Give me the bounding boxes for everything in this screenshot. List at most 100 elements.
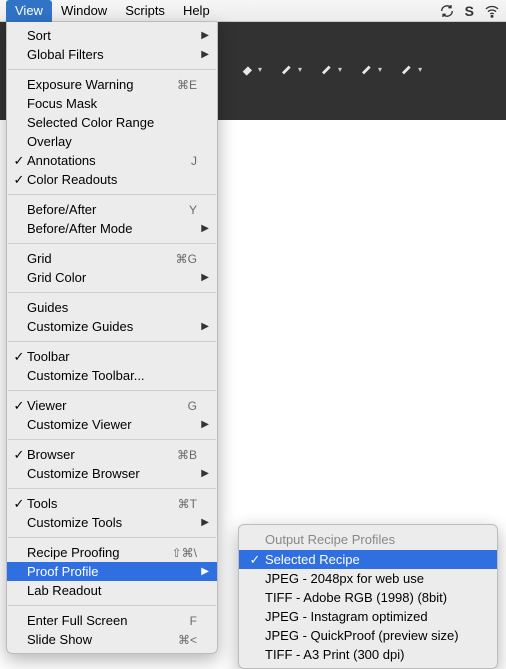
menu-separator bbox=[8, 605, 216, 606]
submenu-item-label: TIFF - A3 Print (300 dpi) bbox=[265, 647, 477, 662]
check-icon: ✓ bbox=[13, 349, 25, 365]
eraser-icon[interactable]: ▾ bbox=[240, 62, 262, 76]
proof-profile-submenu: Output Recipe Profiles ✓ Selected Recipe JP… bbox=[238, 524, 498, 669]
menu-item-annotations[interactable]: ✓AnnotationsJ bbox=[7, 151, 217, 170]
menu-item-label: Customize Toolbar... bbox=[27, 368, 197, 383]
menu-item-grid-color[interactable]: Grid Color▶ bbox=[7, 268, 217, 287]
wifi-icon[interactable] bbox=[484, 3, 500, 19]
submenu-arrow-icon: ▶ bbox=[201, 272, 209, 283]
menu-item-tools[interactable]: ✓Tools⌘T bbox=[7, 494, 217, 513]
clone-icon[interactable]: ▾ bbox=[400, 62, 422, 76]
menu-item-label: Guides bbox=[27, 300, 197, 315]
check-icon: ✓ bbox=[13, 172, 25, 188]
menu-item-before-after[interactable]: Before/AfterY bbox=[7, 200, 217, 219]
menu-item-label: Focus Mask bbox=[27, 96, 197, 111]
menu-item-global-filters[interactable]: Global Filters ▶ bbox=[7, 45, 217, 64]
menu-separator bbox=[8, 488, 216, 489]
menu-item-recipe-proofing[interactable]: Recipe Proofing⇧⌘\ bbox=[7, 543, 217, 562]
submenu-header: Output Recipe Profiles bbox=[239, 529, 497, 550]
menubar-scripts[interactable]: Scripts bbox=[116, 0, 174, 22]
menu-item-viewer[interactable]: ✓ViewerG bbox=[7, 396, 217, 415]
check-icon: ✓ bbox=[13, 447, 25, 463]
menu-item-slide-show[interactable]: Slide Show⌘< bbox=[7, 630, 217, 649]
menu-item-guides[interactable]: Guides bbox=[7, 298, 217, 317]
menu-item-customize-viewer[interactable]: Customize Viewer▶ bbox=[7, 415, 217, 434]
submenu-item-label: JPEG - 2048px for web use bbox=[265, 571, 477, 586]
menu-item-label: Slide Show bbox=[27, 632, 168, 647]
menu-item-label: Customize Guides bbox=[27, 319, 197, 334]
gradient-icon[interactable]: ▾ bbox=[320, 62, 342, 76]
menu-separator bbox=[8, 69, 216, 70]
menu-item-label: Exposure Warning bbox=[27, 77, 167, 92]
menu-item-label: Before/After Mode bbox=[27, 221, 197, 236]
menubar: View Window Scripts Help S bbox=[0, 0, 506, 22]
submenu-item-jpeg-2048px-for-web-use[interactable]: JPEG - 2048px for web use bbox=[239, 569, 497, 588]
menu-item-label: Selected Color Range bbox=[27, 115, 197, 130]
menu-item-label: Lab Readout bbox=[27, 583, 197, 598]
menu-separator bbox=[8, 292, 216, 293]
submenu-item-tiff-adobe-rgb-1998-8bit[interactable]: TIFF - Adobe RGB (1998) (8bit) bbox=[239, 588, 497, 607]
check-icon: ✓ bbox=[13, 153, 25, 169]
menu-item-label: Grid bbox=[27, 251, 166, 266]
submenu-arrow-icon: ▶ bbox=[201, 223, 209, 234]
menu-shortcut: ⇧⌘\ bbox=[162, 546, 197, 560]
menu-separator bbox=[8, 341, 216, 342]
menu-shortcut: J bbox=[181, 154, 197, 168]
menu-item-label: Tools bbox=[27, 496, 168, 511]
check-icon: ✓ bbox=[13, 496, 25, 512]
s-status-icon[interactable]: S bbox=[465, 3, 474, 19]
menu-item-customize-toolbar[interactable]: Customize Toolbar... bbox=[7, 366, 217, 385]
menu-separator bbox=[8, 390, 216, 391]
menu-item-label: Color Readouts bbox=[27, 172, 197, 187]
submenu-item-jpeg-instagram-optimized[interactable]: JPEG - Instagram optimized bbox=[239, 607, 497, 626]
menu-item-label: Toolbar bbox=[27, 349, 197, 364]
menu-item-grid[interactable]: Grid⌘G bbox=[7, 249, 217, 268]
menu-separator bbox=[8, 537, 216, 538]
menu-item-customize-browser[interactable]: Customize Browser▶ bbox=[7, 464, 217, 483]
menu-item-label: Customize Tools bbox=[27, 515, 197, 530]
check-icon: ✓ bbox=[13, 398, 25, 414]
menu-item-before-after-mode[interactable]: Before/After Mode ▶ bbox=[7, 219, 217, 238]
menu-item-label: Global Filters bbox=[27, 47, 197, 62]
submenu-arrow-icon: ▶ bbox=[201, 30, 209, 41]
menu-item-customize-tools[interactable]: Customize Tools▶ bbox=[7, 513, 217, 532]
menu-item-focus-mask[interactable]: Focus Mask bbox=[7, 94, 217, 113]
submenu-item-jpeg-quickproof-preview-size[interactable]: JPEG - QuickProof (preview size) bbox=[239, 626, 497, 645]
menu-item-enter-full-screen[interactable]: Enter Full ScreenF bbox=[7, 611, 217, 630]
menu-item-label: Enter Full Screen bbox=[27, 613, 180, 628]
menubar-window[interactable]: Window bbox=[52, 0, 116, 22]
menu-item-label: Recipe Proofing bbox=[27, 545, 162, 560]
menubar-view[interactable]: View bbox=[6, 0, 52, 22]
submenu-item-label: JPEG - Instagram optimized bbox=[265, 609, 477, 624]
menu-item-label: Viewer bbox=[27, 398, 178, 413]
menu-item-selected-color-range[interactable]: Selected Color Range bbox=[7, 113, 217, 132]
menu-item-exposure-warning[interactable]: Exposure Warning⌘E bbox=[7, 75, 217, 94]
menu-item-lab-readout[interactable]: Lab Readout bbox=[7, 581, 217, 600]
submenu-arrow-icon: ▶ bbox=[201, 419, 209, 430]
check-icon: ✓ bbox=[249, 552, 261, 568]
view-menu: Sort▶ Global Filters ▶ Exposure Warning⌘E Fo… bbox=[6, 22, 218, 654]
menu-shortcut: ⌘T bbox=[168, 497, 197, 511]
menu-item-browser[interactable]: ✓Browser⌘B bbox=[7, 445, 217, 464]
menu-separator bbox=[8, 194, 216, 195]
sync-icon[interactable] bbox=[439, 3, 455, 19]
brush-icon[interactable]: ▾ bbox=[280, 62, 302, 76]
menubar-help[interactable]: Help bbox=[174, 0, 219, 22]
menu-item-toolbar[interactable]: ✓Toolbar bbox=[7, 347, 217, 366]
menu-item-overlay[interactable]: Overlay bbox=[7, 132, 217, 151]
healing-icon[interactable]: ▾ bbox=[360, 62, 382, 76]
menu-separator bbox=[8, 439, 216, 440]
menu-item-customize-guides[interactable]: Customize Guides▶ bbox=[7, 317, 217, 336]
menu-item-proof-profile[interactable]: Proof Profile▶ bbox=[7, 562, 217, 581]
menu-shortcut: ⌘E bbox=[167, 78, 197, 92]
menu-item-color-readouts[interactable]: ✓Color Readouts bbox=[7, 170, 217, 189]
menubar-status-icons: S bbox=[439, 3, 506, 19]
submenu-item-label: TIFF - Adobe RGB (1998) (8bit) bbox=[265, 590, 477, 605]
submenu-arrow-icon: ▶ bbox=[201, 49, 209, 60]
submenu-item-tiff-a3-print-300-dpi[interactable]: TIFF - A3 Print (300 dpi) bbox=[239, 645, 497, 664]
menu-shortcut: Y bbox=[179, 203, 197, 217]
menu-item-sort[interactable]: Sort▶ bbox=[7, 26, 217, 45]
submenu-item-selected-recipe[interactable]: ✓ Selected Recipe bbox=[239, 550, 497, 569]
menu-separator bbox=[8, 243, 216, 244]
submenu-item-label: Selected Recipe bbox=[265, 552, 477, 567]
